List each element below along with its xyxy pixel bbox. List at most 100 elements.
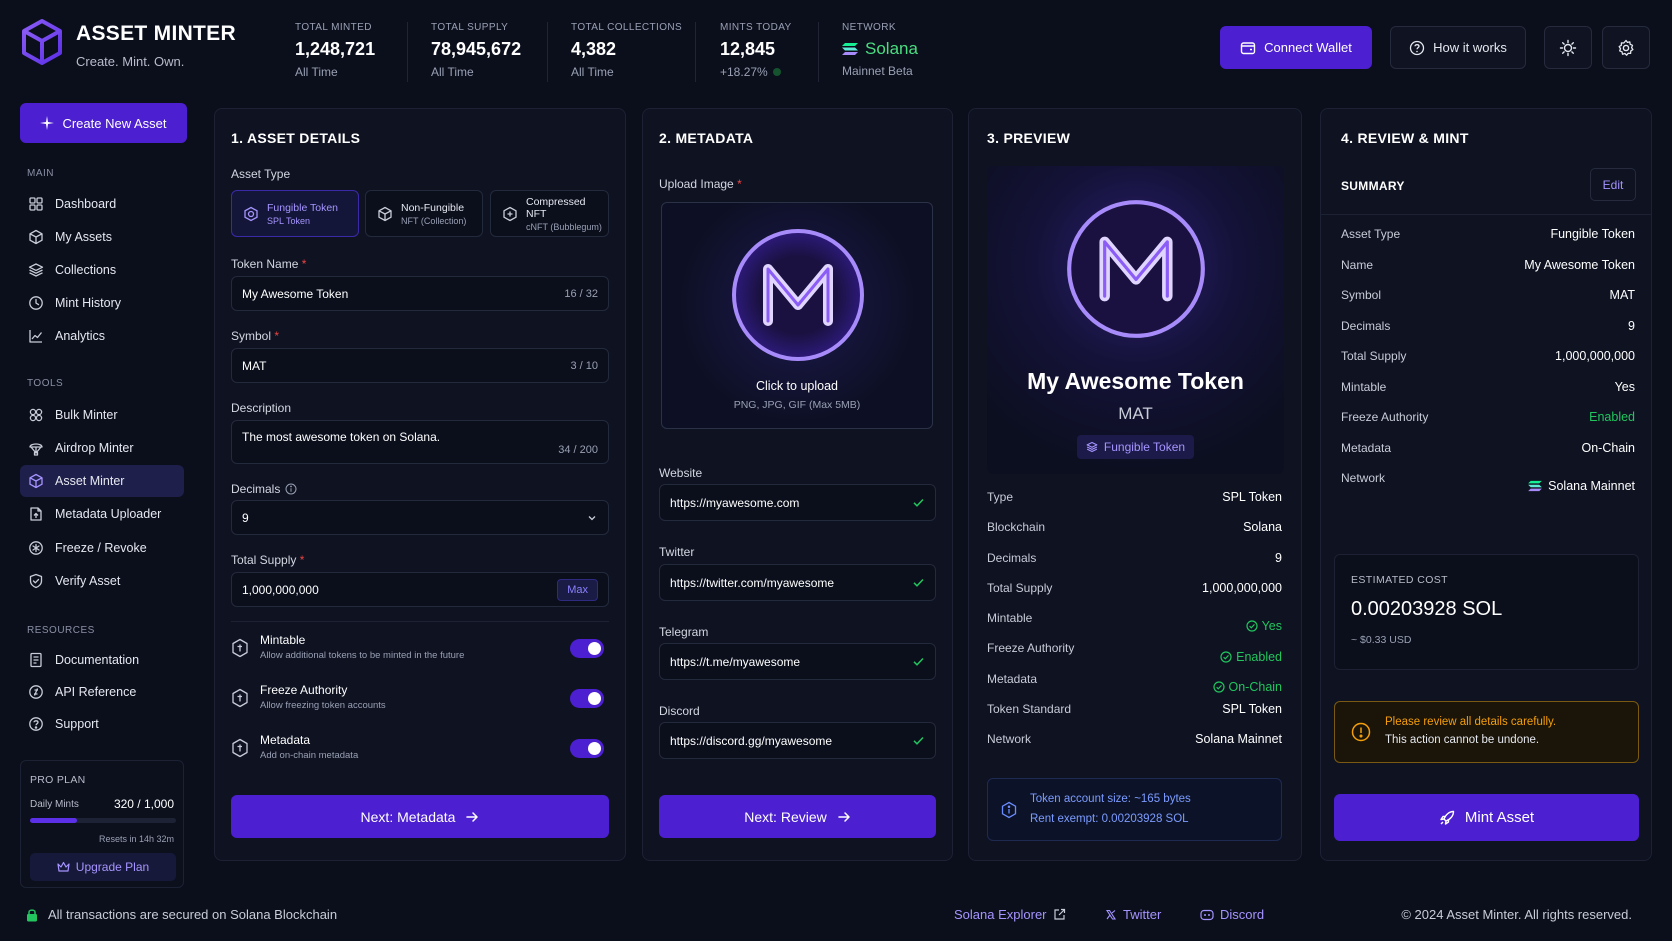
upload-image-label: Upload Image *	[659, 177, 742, 191]
daily-mints-label: Daily Mints	[30, 799, 79, 810]
sidebar-item-bulk-minter[interactable]: Bulk Minter	[20, 399, 184, 431]
link-label: Solana Explorer	[954, 907, 1047, 922]
sidebar-item-freeze-revoke[interactable]: Freeze / Revoke	[20, 532, 184, 564]
decimals-select[interactable]: 9	[231, 500, 609, 535]
sidebar-item-mint-history[interactable]: Mint History	[20, 287, 184, 319]
symbol-label: Symbol *	[231, 329, 280, 343]
preview-row: Mintable Yes	[987, 611, 1282, 641]
type-sub: SPL Token	[267, 215, 311, 226]
input-value: My Awesome Token	[242, 286, 349, 301]
mintable-toggle[interactable]	[570, 639, 604, 658]
preview-symbol: MAT	[1118, 404, 1153, 423]
upload-icon	[28, 506, 44, 522]
twitter-icon	[1105, 909, 1117, 921]
mint-asset-label: Mint Asset	[1464, 809, 1535, 826]
row-label: Symbol	[1341, 288, 1382, 302]
token-preview-card: My Awesome Token MAT Fungible Token	[987, 166, 1284, 474]
sidebar-item-analytics[interactable]: Analytics	[20, 320, 184, 352]
sidebar-item-collections[interactable]: Collections	[20, 254, 184, 286]
sidebar-item-label: Asset Minter	[55, 474, 125, 488]
freeze-authority-toggle[interactable]	[570, 689, 604, 708]
sidebar-item-dashboard[interactable]: Dashboard	[20, 188, 184, 220]
mint-asset-button[interactable]: Mint Asset	[1334, 794, 1639, 841]
token-name-label: Token Name *	[231, 257, 307, 271]
link-label: Discord	[1220, 907, 1265, 922]
warning-icon	[1351, 722, 1371, 742]
check-circle-icon	[1245, 620, 1258, 632]
layers-icon	[28, 262, 44, 278]
preview-row: Metadata On-Chain	[987, 672, 1282, 702]
sidebar-item-documentation[interactable]: Documentation	[20, 644, 184, 676]
create-new-asset-button[interactable]: Create New Asset	[20, 103, 187, 143]
sidebar-item-label: Analytics	[55, 329, 106, 343]
image-upload-dropzone[interactable]: Click to upload PNG, JPG, GIF (Max 5MB)	[661, 202, 933, 429]
description-textarea[interactable]: The most awesome token on Solana. 34 / 2…	[231, 420, 609, 464]
row-label: Metadata	[987, 671, 1038, 686]
toggle-desc: Add on-chain metadata	[260, 750, 359, 761]
preview-row: Network Solana Mainnet	[987, 732, 1282, 762]
decimals-label: Decimals	[231, 482, 297, 496]
sidebar-item-asset-minter[interactable]: Asset Minter	[20, 465, 184, 497]
max-button[interactable]: Max	[557, 578, 598, 601]
connect-wallet-button[interactable]: Connect Wallet	[1220, 26, 1372, 69]
chevron-down-icon	[586, 512, 598, 524]
token-name-input[interactable]: My Awesome Token 16 / 32	[231, 276, 609, 311]
discord-link[interactable]: Discord	[1200, 907, 1264, 922]
twitter-label: Twitter	[659, 545, 695, 559]
sidebar-item-verify-asset[interactable]: Verify Asset	[20, 565, 184, 597]
upgrade-plan-button[interactable]: Upgrade Plan	[30, 853, 176, 881]
row-value: SPL Token	[1222, 490, 1282, 504]
symbol-input[interactable]: MAT 3 / 10	[231, 348, 609, 383]
settings-button[interactable]	[1602, 26, 1650, 69]
website-input[interactable]: https://myawesome.com	[659, 484, 936, 521]
click-to-upload-text: Click to upload	[756, 379, 838, 393]
divider	[695, 22, 696, 82]
row-value-network: Solana Mainnet	[1528, 471, 1635, 502]
type-sub: NFT (Collection)	[401, 215, 467, 226]
sidebar-item-metadata-uploader[interactable]: Metadata Uploader	[20, 498, 184, 530]
how-it-works-button[interactable]: How it works	[1390, 26, 1526, 69]
twitter-link[interactable]: Twitter	[1105, 907, 1161, 922]
link-label: Twitter	[1123, 907, 1162, 922]
doc-icon	[28, 652, 44, 668]
sidebar-item-api-reference[interactable]: API Reference	[20, 676, 184, 708]
stat-sub: All Time	[571, 65, 614, 79]
check-icon	[912, 734, 925, 747]
network-name: Solana	[865, 39, 918, 58]
panel-title: 4. REVIEW & MINT	[1341, 130, 1469, 146]
create-new-asset-label: Create New Asset	[62, 115, 167, 131]
input-value: 1,000,000,000	[242, 582, 319, 597]
twitter-input[interactable]: https://twitter.com/myawesome	[659, 564, 936, 601]
divider	[547, 22, 548, 82]
total-supply-input[interactable]: 1,000,000,000 Max	[231, 572, 609, 607]
asset-type-fungible[interactable]: Fungible Token SPL Token	[231, 190, 359, 237]
asset-type-compressed-nft[interactable]: Compressed NFT cNFT (Bubblegum)	[490, 190, 609, 237]
next-label: Next: Metadata	[360, 808, 456, 825]
discord-input[interactable]: https://discord.gg/myawesome	[659, 722, 936, 759]
edit-button[interactable]: Edit	[1590, 168, 1636, 201]
next-review-button[interactable]: Next: Review	[659, 795, 936, 838]
label-text: Total Supply	[231, 553, 297, 567]
row-label: Metadata	[1341, 440, 1392, 455]
sidebar-item-my-assets[interactable]: My Assets	[20, 221, 184, 253]
cube-icon	[377, 206, 393, 222]
stat-total-collections: TOTAL COLLECTIONS 4,382 All Time	[571, 22, 682, 82]
input-value: https://discord.gg/myawesome	[670, 733, 833, 748]
sidebar-item-airdrop-minter[interactable]: Airdrop Minter	[20, 432, 184, 464]
row-value: 9	[1628, 318, 1635, 333]
row-label: Mintable	[1341, 379, 1387, 394]
sidebar-item-support[interactable]: Support	[20, 708, 184, 740]
preview-row: Decimals 9	[987, 551, 1282, 581]
check-icon	[912, 576, 925, 589]
row-label: Mintable	[987, 611, 1033, 626]
solana-explorer-link[interactable]: Solana Explorer	[954, 907, 1066, 922]
input-value: https://t.me/myawesome	[670, 654, 801, 669]
info-icon[interactable]	[285, 483, 297, 495]
telegram-input[interactable]: https://t.me/myawesome	[659, 643, 936, 680]
type-sub: cNFT (Bubblegum)	[526, 221, 602, 232]
asset-type-non-fungible[interactable]: Non-Fungible NFT (Collection)	[365, 190, 483, 237]
review-warning: Please review all details carefully. Thi…	[1334, 701, 1639, 763]
theme-toggle-button[interactable]	[1544, 26, 1592, 69]
next-metadata-button[interactable]: Next: Metadata	[231, 795, 609, 838]
metadata-toggle[interactable]	[570, 739, 604, 758]
